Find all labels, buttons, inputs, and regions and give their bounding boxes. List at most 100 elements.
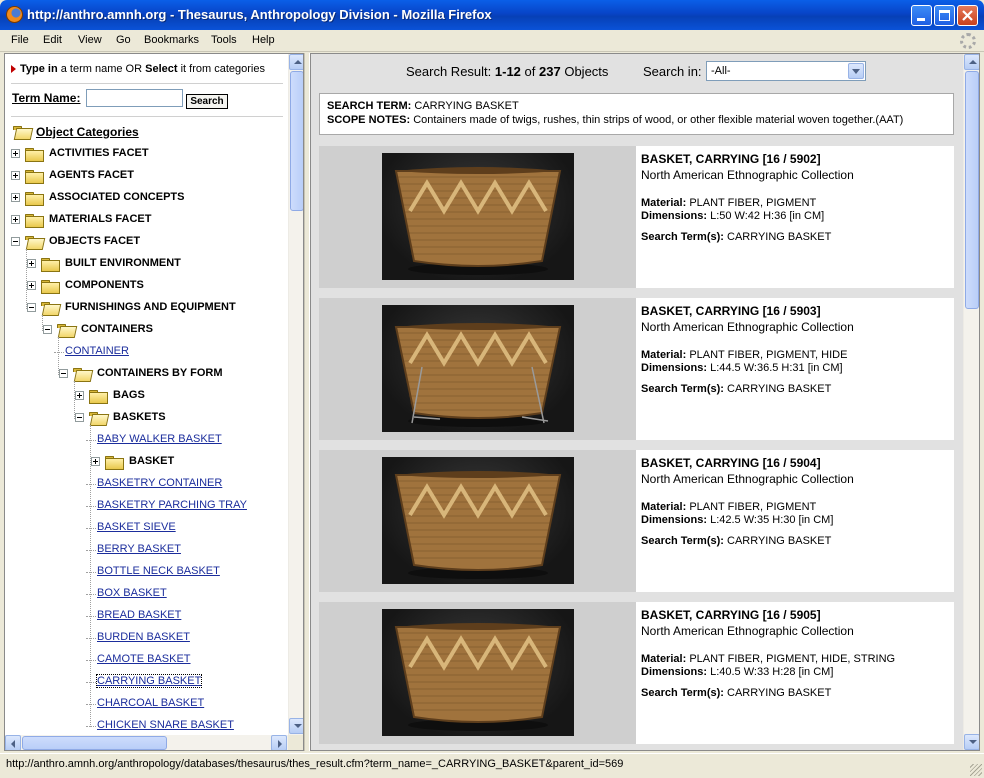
tree-item[interactable]: ACTIVITIES FACET [5,145,285,165]
expand-plus-icon[interactable] [91,457,100,466]
tree-item-link[interactable]: CHICKEN SNARE BASKET [97,719,234,731]
menu-edit[interactable]: Edit [43,34,62,46]
expand-plus-icon[interactable] [27,281,36,290]
tree-item[interactable]: BASKETRY PARCHING TRAY [5,497,285,517]
tree-item-link[interactable]: BREAD BASKET [97,609,181,621]
menu-go[interactable]: Go [116,34,131,46]
tree-item-link[interactable]: BASKET SIEVE [97,521,176,533]
tree-item-label[interactable]: COMPONENTS [65,279,144,291]
tree-item-label[interactable]: BASKET [129,455,174,467]
tree-item[interactable]: CONTAINERS [5,321,285,341]
result-title[interactable]: BASKET, CARRYING [16 / 5903] [641,304,951,318]
left-horizontal-scrollbar[interactable] [5,735,288,750]
tree-item-link[interactable]: CHARCOAL BASKET [97,697,204,709]
collapse-minus-icon[interactable] [43,325,52,334]
tree-item[interactable]: CAMOTE BASKET [5,651,285,671]
menu-tools[interactable]: Tools [211,34,237,46]
tree-item[interactable]: COMPONENTS [5,277,285,297]
tree-item[interactable]: CHICKEN SNARE BASKET [5,717,285,735]
tree-item-label[interactable]: BAGS [113,389,145,401]
tree-item-label[interactable]: ASSOCIATED CONCEPTS [49,191,184,203]
close-button[interactable] [957,5,978,26]
result-photo[interactable] [382,153,574,280]
tree-item-link[interactable]: BASKETRY PARCHING TRAY [97,499,247,511]
tree-item[interactable]: BASKET [5,453,285,473]
scroll-thumb[interactable] [290,71,303,211]
menu-view[interactable]: View [78,34,102,46]
search-in-select[interactable]: -All- [706,61,866,81]
minimize-button[interactable] [911,5,932,26]
tree-item[interactable]: BOX BASKET [5,585,285,605]
expand-plus-icon[interactable] [27,259,36,268]
expand-plus-icon[interactable] [11,193,20,202]
result-photo[interactable] [382,457,574,584]
tree-item[interactable]: BABY WALKER BASKET [5,431,285,451]
collapse-minus-icon[interactable] [75,413,84,422]
tree-item-label[interactable]: ACTIVITIES FACET [49,147,149,159]
tree-item[interactable]: CONTAINERS BY FORM [5,365,285,385]
result-photo[interactable] [382,609,574,736]
tree-item[interactable]: BASKETS [5,409,285,429]
tree-item-label[interactable]: OBJECTS FACET [49,235,140,247]
tree-item[interactable]: AGENTS FACET [5,167,285,187]
menu-bookmarks[interactable]: Bookmarks [144,34,199,46]
tree-item[interactable]: FURNISHINGS AND EQUIPMENT [5,299,285,319]
tree-item-label[interactable]: BUILT ENVIRONMENT [65,257,181,269]
tree-item[interactable]: CHARCOAL BASKET [5,695,285,715]
tree-item-link[interactable]: BASKETRY CONTAINER [97,477,222,489]
tree-item-label[interactable]: CONTAINERS BY FORM [97,367,223,379]
result-title[interactable]: BASKET, CARRYING [16 / 5904] [641,456,951,470]
tree-item[interactable]: BOTTLE NECK BASKET [5,563,285,583]
result-title[interactable]: BASKET, CARRYING [16 / 5905] [641,608,951,622]
scroll-right-button[interactable] [271,735,287,750]
tree-item-link[interactable]: BERRY BASKET [97,543,181,555]
object-categories-root[interactable]: Object Categories [11,123,271,143]
tree-item-link[interactable]: BOX BASKET [97,587,167,599]
tree-item-label[interactable]: MATERIALS FACET [49,213,151,225]
chevron-down-icon[interactable] [848,63,864,79]
tree-item-label[interactable]: AGENTS FACET [49,169,134,181]
tree-item[interactable]: BAGS [5,387,285,407]
maximize-button[interactable] [934,5,955,26]
scroll-down-button[interactable] [964,734,979,750]
result-title[interactable]: BASKET, CARRYING [16 / 5902] [641,152,951,166]
tree-item[interactable]: MATERIALS FACET [5,211,285,231]
right-vertical-scrollbar[interactable] [963,54,979,750]
tree-item[interactable]: BUILT ENVIRONMENT [5,255,285,275]
tree-item-label[interactable]: FURNISHINGS AND EQUIPMENT [65,301,236,313]
expand-plus-icon[interactable] [11,149,20,158]
collapse-minus-icon[interactable] [11,237,20,246]
expand-plus-icon[interactable] [75,391,84,400]
expand-plus-icon[interactable] [11,171,20,180]
left-vertical-scrollbar[interactable] [288,54,303,735]
menu-help[interactable]: Help [252,34,275,46]
collapse-minus-icon[interactable] [59,369,68,378]
scroll-up-button[interactable] [289,54,303,70]
tree-item-link[interactable]: CAMOTE BASKET [97,653,191,665]
scroll-up-button[interactable] [964,54,979,70]
object-categories-title[interactable]: Object Categories [36,125,139,139]
search-button[interactable]: Search [186,94,228,109]
tree-item[interactable]: BURDEN BASKET [5,629,285,649]
expand-plus-icon[interactable] [11,215,20,224]
tree-item[interactable]: ASSOCIATED CONCEPTS [5,189,285,209]
scroll-left-button[interactable] [5,735,21,750]
term-name-input[interactable] [86,89,183,107]
tree-item[interactable]: BREAD BASKET [5,607,285,627]
collapse-minus-icon[interactable] [27,303,36,312]
tree-item[interactable]: OBJECTS FACET [5,233,285,253]
tree-item[interactable]: CARRYING BASKET [5,673,285,693]
resize-grip-icon[interactable] [970,764,982,776]
tree-item-link[interactable]: CONTAINER [65,345,129,357]
tree-item-link[interactable]: CARRYING BASKET [95,674,203,688]
menu-file[interactable]: File [11,34,29,46]
tree-item[interactable]: BASKETRY CONTAINER [5,475,285,495]
tree-item-link[interactable]: BABY WALKER BASKET [97,433,222,445]
scroll-thumb[interactable] [965,71,979,309]
scroll-down-button[interactable] [289,718,303,734]
tree-item[interactable]: BERRY BASKET [5,541,285,561]
horizontal-scroll-thumb[interactable] [22,736,167,750]
tree-item-label[interactable]: CONTAINERS [81,323,153,335]
tree-item-link[interactable]: BOTTLE NECK BASKET [97,565,220,577]
tree-item[interactable]: CONTAINER [5,343,285,363]
